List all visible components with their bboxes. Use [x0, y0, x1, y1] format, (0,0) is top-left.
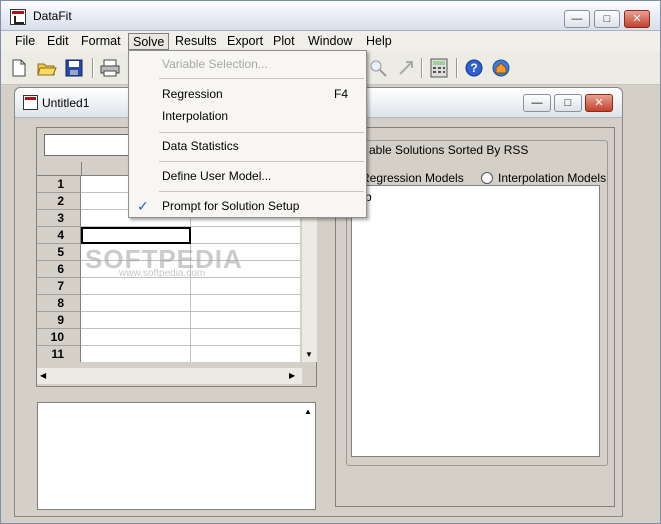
grid-cell[interactable]	[81, 278, 191, 295]
solutions-group-title: able Solutions Sorted By RSS	[367, 143, 531, 157]
radio-dot-icon	[481, 172, 493, 184]
toolbar-separator	[421, 58, 423, 78]
table-row: 11	[37, 346, 300, 362]
interpolation-models-label: Interpolation Models	[498, 171, 607, 185]
output-text-box[interactable]: ▲	[37, 402, 316, 510]
print-icon[interactable]	[99, 57, 121, 79]
child-maximize-button[interactable]: □	[554, 94, 582, 112]
menu-format[interactable]: Format	[77, 33, 125, 50]
menu-item-label: Variable Selection...	[162, 57, 268, 71]
grid-cell[interactable]	[81, 346, 191, 362]
scroll-down-arrow-icon[interactable]: ▼	[305, 350, 313, 359]
menu-bar: File Edit Format Solve Results Export Pl…	[1, 31, 660, 51]
menu-item-label: Interpolation	[162, 109, 229, 123]
title-bar: DataFit — □ ✕	[1, 1, 660, 31]
menu-help[interactable]: Help	[362, 33, 396, 50]
row-header[interactable]: 6	[37, 261, 81, 278]
menu-item-label: Prompt for Solution Setup	[162, 199, 300, 213]
regression-models-label: Regression Models	[361, 171, 464, 185]
grid-horizontal-scrollbar[interactable]: ◀ ▶	[37, 368, 302, 384]
solutions-panel: able Solutions Sorted By RSS Regression …	[335, 127, 615, 507]
calculator-icon[interactable]	[428, 57, 450, 79]
menu-window[interactable]: Window	[304, 33, 356, 50]
interpolation-models-radio[interactable]: Interpolation Models	[481, 171, 606, 185]
menu-separator	[159, 78, 364, 79]
row-header[interactable]: 11	[37, 346, 81, 362]
child-minimize-button[interactable]: —	[523, 94, 551, 112]
pointer-icon[interactable]	[395, 57, 417, 79]
row-header[interactable]: 3	[37, 210, 81, 227]
table-row: 9	[37, 312, 300, 329]
selected-grid-cell[interactable]	[81, 227, 191, 244]
document-icon[interactable]	[23, 95, 38, 110]
grid-cell[interactable]	[81, 329, 191, 346]
menu-item-define-user-model[interactable]: Define User Model...	[129, 165, 366, 187]
menu-item-interpolation[interactable]: Interpolation	[129, 105, 366, 127]
menu-separator	[159, 132, 364, 133]
maximize-button[interactable]: □	[594, 10, 620, 28]
row-header[interactable]: 2	[37, 193, 81, 210]
menu-export[interactable]: Export	[223, 33, 267, 50]
child-close-button[interactable]: ✕	[585, 94, 613, 112]
menu-item-variable-selection[interactable]: Variable Selection...	[129, 53, 366, 75]
menu-separator	[159, 161, 364, 162]
zoom-icon[interactable]	[367, 57, 389, 79]
datafit-app-icon[interactable]	[10, 9, 26, 25]
grid-cell[interactable]	[191, 329, 300, 346]
table-row: 7	[37, 278, 300, 295]
menu-item-data-statistics[interactable]: Data Statistics	[129, 135, 366, 157]
web-icon[interactable]	[490, 57, 512, 79]
grid-cell[interactable]	[81, 312, 191, 329]
datafit-app-window: DataFit — □ ✕ File Edit Format Solve Res…	[0, 0, 661, 524]
menu-item-prompt-solution-setup[interactable]: ✓ Prompt for Solution Setup	[129, 195, 366, 217]
grid-cell[interactable]	[191, 278, 300, 295]
row-header[interactable]: 10	[37, 329, 81, 346]
menu-item-regression[interactable]: Regression F4	[129, 83, 366, 105]
watermark-url: www.softpedia.com	[119, 268, 206, 279]
menu-solve[interactable]: Solve	[128, 33, 170, 50]
grid-cell[interactable]	[81, 295, 191, 312]
menu-results[interactable]: Results	[171, 33, 221, 50]
menu-item-shortcut: F4	[334, 87, 349, 101]
minimize-button[interactable]: —	[564, 10, 590, 28]
grid-cell[interactable]	[191, 227, 300, 244]
menu-item-label: Data Statistics	[162, 139, 239, 153]
menu-edit[interactable]: Edit	[43, 33, 73, 50]
close-button[interactable]: ✕	[624, 10, 650, 28]
svg-text:?: ?	[470, 61, 477, 75]
table-row: 8	[37, 295, 300, 312]
solve-dropdown-menu: Variable Selection... Regression F4 Inte…	[128, 50, 367, 218]
regression-models-radio[interactable]: Regression Models	[361, 171, 464, 185]
scroll-right-arrow-icon[interactable]: ▶	[289, 371, 295, 380]
row-header[interactable]: 1	[37, 176, 81, 193]
table-row: 4	[37, 227, 300, 244]
grid-cell[interactable]	[191, 346, 300, 362]
grid-cell[interactable]	[191, 295, 300, 312]
row-header[interactable]: 4	[37, 227, 81, 244]
row-header[interactable]: 7	[37, 278, 81, 295]
window-title: DataFit	[33, 9, 72, 23]
grid-cell[interactable]	[191, 312, 300, 329]
new-icon[interactable]	[8, 57, 30, 79]
menu-separator	[159, 191, 364, 192]
open-icon[interactable]	[36, 57, 58, 79]
list-item[interactable]: +b	[358, 190, 593, 204]
checkmark-icon: ✓	[137, 198, 149, 214]
help-icon[interactable]: ?	[463, 57, 485, 79]
table-row: 10	[37, 329, 300, 346]
menu-item-label: Define User Model...	[162, 169, 272, 183]
child-window-title: Untitled1	[42, 96, 90, 110]
menu-item-label: Regression	[162, 87, 223, 101]
solutions-list[interactable]: +b	[351, 185, 600, 457]
toolbar-separator	[92, 58, 94, 78]
menu-file[interactable]: File	[11, 33, 39, 50]
save-icon[interactable]	[63, 57, 85, 79]
row-header[interactable]: 8	[37, 295, 81, 312]
menu-plot[interactable]: Plot	[269, 33, 299, 50]
scroll-left-arrow-icon[interactable]: ◀	[40, 371, 46, 380]
row-header[interactable]: 9	[37, 312, 81, 329]
row-header[interactable]: 5	[37, 244, 81, 261]
toolbar-separator	[456, 58, 458, 78]
scroll-up-arrow-icon[interactable]: ▲	[304, 407, 312, 416]
